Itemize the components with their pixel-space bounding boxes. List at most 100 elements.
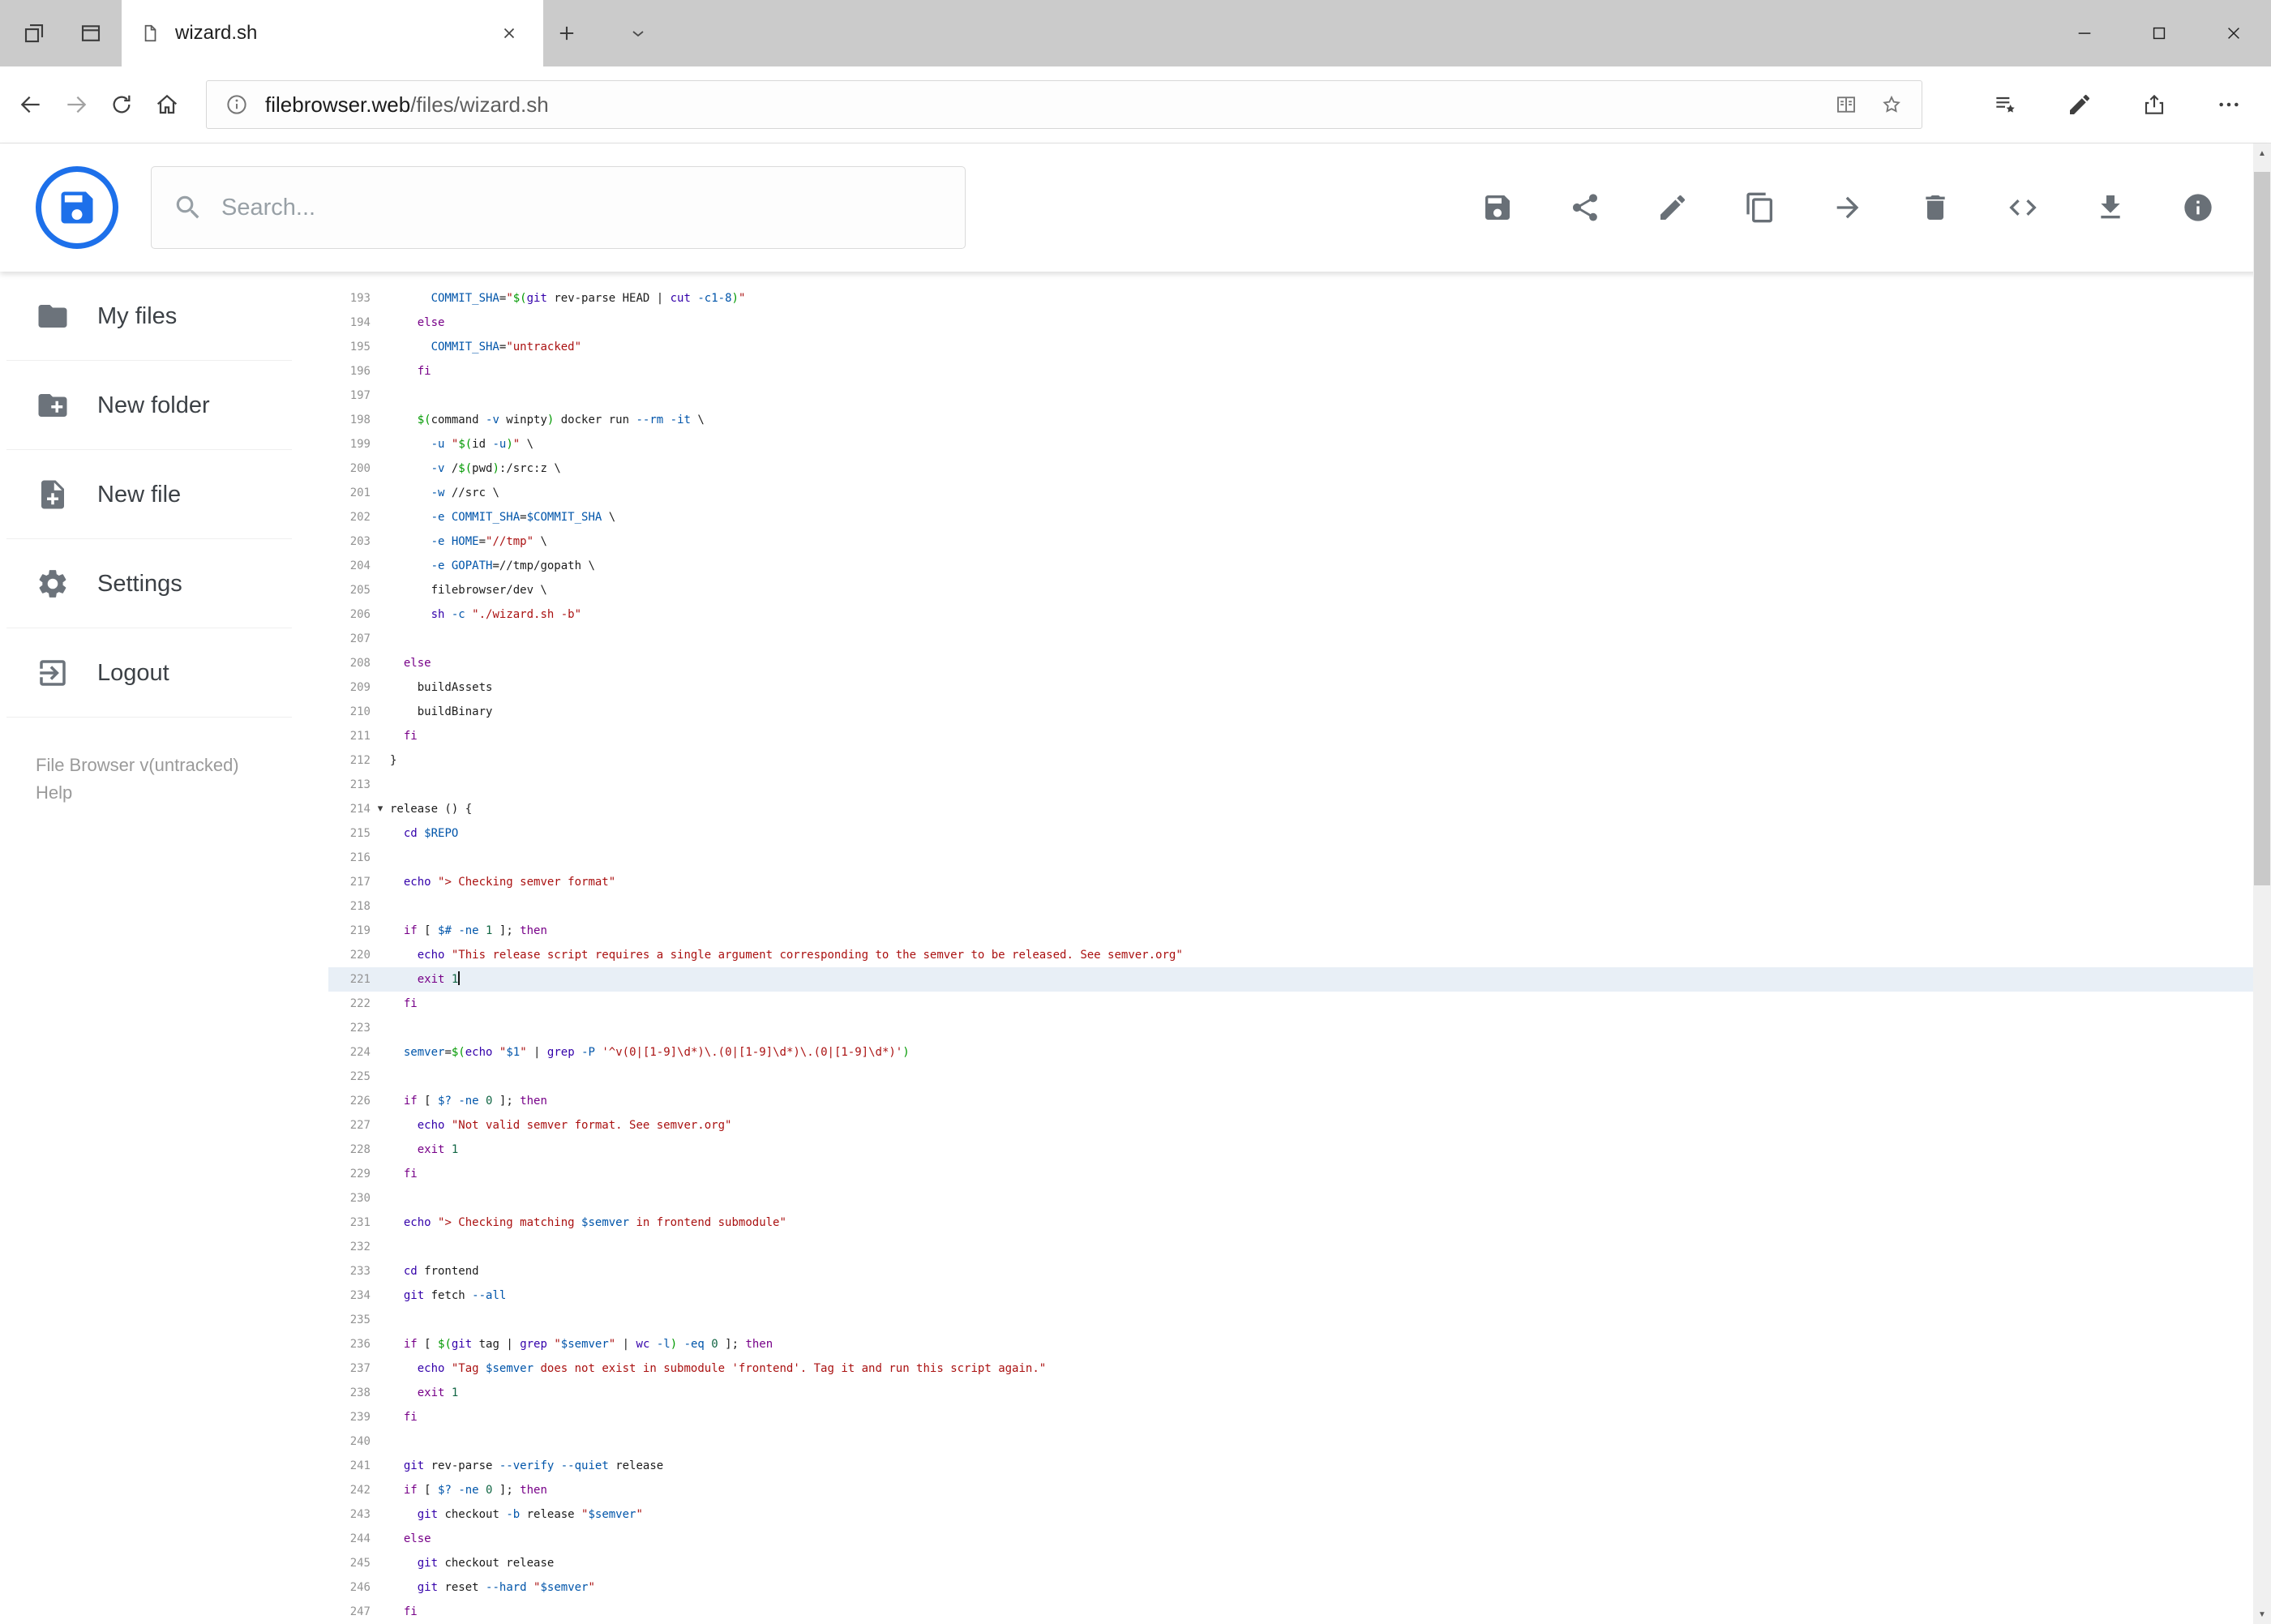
code-line[interactable]: 225 <box>328 1065 2253 1089</box>
line-number[interactable]: 243 <box>328 1502 371 1527</box>
line-number[interactable]: 242 <box>328 1478 371 1502</box>
code-line[interactable]: 237 echo "Tag $semver does not exist in … <box>328 1356 2253 1381</box>
line-number[interactable]: 231 <box>328 1211 371 1235</box>
line-number[interactable]: 217 <box>328 870 371 894</box>
download-icon[interactable] <box>2086 183 2135 232</box>
code-line[interactable]: 226 if [ $? -ne 0 ]; then <box>328 1089 2253 1113</box>
line-number[interactable]: 210 <box>328 700 371 724</box>
code-line[interactable]: 231 echo "> Checking matching $semver in… <box>328 1211 2253 1235</box>
code-line[interactable]: 193 COMMIT_SHA="$(git rev-parse HEAD | c… <box>328 286 2253 311</box>
line-number[interactable]: 207 <box>328 627 371 651</box>
line-number[interactable]: 200 <box>328 456 371 481</box>
fold-open-icon[interactable]: ▾ <box>371 797 390 821</box>
line-number[interactable]: 219 <box>328 919 371 943</box>
line-number[interactable]: 211 <box>328 724 371 748</box>
sidebar-item-logout[interactable]: Logout <box>0 628 328 718</box>
code-line[interactable]: 213 <box>328 773 2253 797</box>
share-page-icon[interactable] <box>2128 75 2180 134</box>
home-icon[interactable] <box>144 75 190 134</box>
search-bar[interactable] <box>151 166 966 249</box>
tab-close-icon[interactable] <box>493 17 525 49</box>
hub-favorites-icon[interactable] <box>1979 75 2031 134</box>
line-number[interactable]: 198 <box>328 408 371 432</box>
code-line[interactable]: 218 <box>328 894 2253 919</box>
code-line[interactable]: 206 sh -c "./wizard.sh -b" <box>328 602 2253 627</box>
code-line[interactable]: 205 filebrowser/dev \ <box>328 578 2253 602</box>
line-number[interactable]: 205 <box>328 578 371 602</box>
code-line[interactable]: 224 semver=$(echo "$1" | grep -P '^v(0|[… <box>328 1040 2253 1065</box>
code-line[interactable]: 240 <box>328 1429 2253 1454</box>
code-line[interactable]: 244 else <box>328 1527 2253 1551</box>
line-number[interactable]: 199 <box>328 432 371 456</box>
code-line[interactable]: 234 git fetch --all <box>328 1283 2253 1308</box>
favorite-star-icon[interactable] <box>1875 88 1909 122</box>
scrollbar-up-arrow[interactable]: ▲ <box>2253 144 2271 163</box>
code-line[interactable]: 201 -w //src \ <box>328 481 2253 505</box>
line-number[interactable]: 244 <box>328 1527 371 1551</box>
line-number[interactable]: 222 <box>328 992 371 1016</box>
code-line[interactable]: 203 -e HOME="//tmp" \ <box>328 529 2253 554</box>
line-number[interactable]: 201 <box>328 481 371 505</box>
line-number[interactable]: 204 <box>328 554 371 578</box>
code-line[interactable]: 220 echo "This release script requires a… <box>328 943 2253 967</box>
code-line[interactable]: 228 exit 1 <box>328 1138 2253 1162</box>
code-line[interactable]: 222 fi <box>328 992 2253 1016</box>
sidebar-item-my-files[interactable]: My files <box>0 272 328 361</box>
code-line[interactable]: 194 else <box>328 311 2253 335</box>
code-line[interactable]: 247 fi <box>328 1600 2253 1624</box>
line-number[interactable]: 195 <box>328 335 371 359</box>
page-scrollbar[interactable]: ▲ ▼ <box>2253 144 2271 1624</box>
ink-pen-icon[interactable] <box>2054 75 2106 134</box>
tab[interactable]: wizard.sh <box>122 0 543 66</box>
code-line[interactable]: 202 -e COMMIT_SHA=$COMMIT_SHA \ <box>328 505 2253 529</box>
refresh-icon[interactable] <box>99 75 144 134</box>
reading-view-icon[interactable] <box>1829 88 1863 122</box>
save-icon[interactable] <box>1473 183 1522 232</box>
copy-icon[interactable] <box>1736 183 1785 232</box>
line-number[interactable]: 228 <box>328 1138 371 1162</box>
line-number[interactable]: 246 <box>328 1575 371 1600</box>
window-minimize-button[interactable] <box>2047 0 2122 66</box>
line-number[interactable]: 209 <box>328 675 371 700</box>
line-number[interactable]: 234 <box>328 1283 371 1308</box>
line-number[interactable]: 240 <box>328 1429 371 1454</box>
line-number[interactable]: 202 <box>328 505 371 529</box>
code-line[interactable]: 207 <box>328 627 2253 651</box>
sidebar-item-settings[interactable]: Settings <box>0 539 328 628</box>
line-number[interactable]: 223 <box>328 1016 371 1040</box>
line-number[interactable]: 241 <box>328 1454 371 1478</box>
line-number[interactable]: 229 <box>328 1162 371 1186</box>
code-line[interactable]: 242 if [ $? -ne 0 ]; then <box>328 1478 2253 1502</box>
search-input[interactable] <box>221 194 944 221</box>
line-number[interactable]: 197 <box>328 384 371 408</box>
window-close-button[interactable] <box>2196 0 2271 66</box>
url-text[interactable]: filebrowser.web/files/wizard.sh <box>265 92 1818 118</box>
code-line[interactable]: 219 if [ $# -ne 1 ]; then <box>328 919 2253 943</box>
code-line[interactable]: 196 fi <box>328 359 2253 384</box>
code-line[interactable]: 245 git checkout release <box>328 1551 2253 1575</box>
line-number[interactable]: 239 <box>328 1405 371 1429</box>
window-maximize-button[interactable] <box>2122 0 2196 66</box>
scrollbar-down-arrow[interactable]: ▼ <box>2253 1605 2271 1624</box>
tabs-set-aside-icon[interactable] <box>68 11 114 56</box>
line-number[interactable]: 214 <box>328 797 371 821</box>
delete-icon[interactable] <box>1911 183 1960 232</box>
line-number[interactable]: 247 <box>328 1600 371 1624</box>
line-number[interactable]: 212 <box>328 748 371 773</box>
code-line[interactable]: 209 buildAssets <box>328 675 2253 700</box>
raw-code-icon[interactable] <box>1999 183 2047 232</box>
share-icon[interactable] <box>1561 183 1609 232</box>
line-number[interactable]: 215 <box>328 821 371 846</box>
line-number[interactable]: 193 <box>328 286 371 311</box>
code-line[interactable]: 208 else <box>328 651 2253 675</box>
line-number[interactable]: 203 <box>328 529 371 554</box>
line-number[interactable]: 213 <box>328 773 371 797</box>
code-line[interactable]: 229 fi <box>328 1162 2253 1186</box>
forward-icon[interactable] <box>54 75 99 134</box>
edit-icon[interactable] <box>1648 183 1697 232</box>
code-line[interactable]: 223 <box>328 1016 2253 1040</box>
line-number[interactable]: 225 <box>328 1065 371 1089</box>
code-line[interactable]: 217 echo "> Checking semver format" <box>328 870 2253 894</box>
code-line[interactable]: 243 git checkout -b release "$semver" <box>328 1502 2253 1527</box>
line-number[interactable]: 235 <box>328 1308 371 1332</box>
